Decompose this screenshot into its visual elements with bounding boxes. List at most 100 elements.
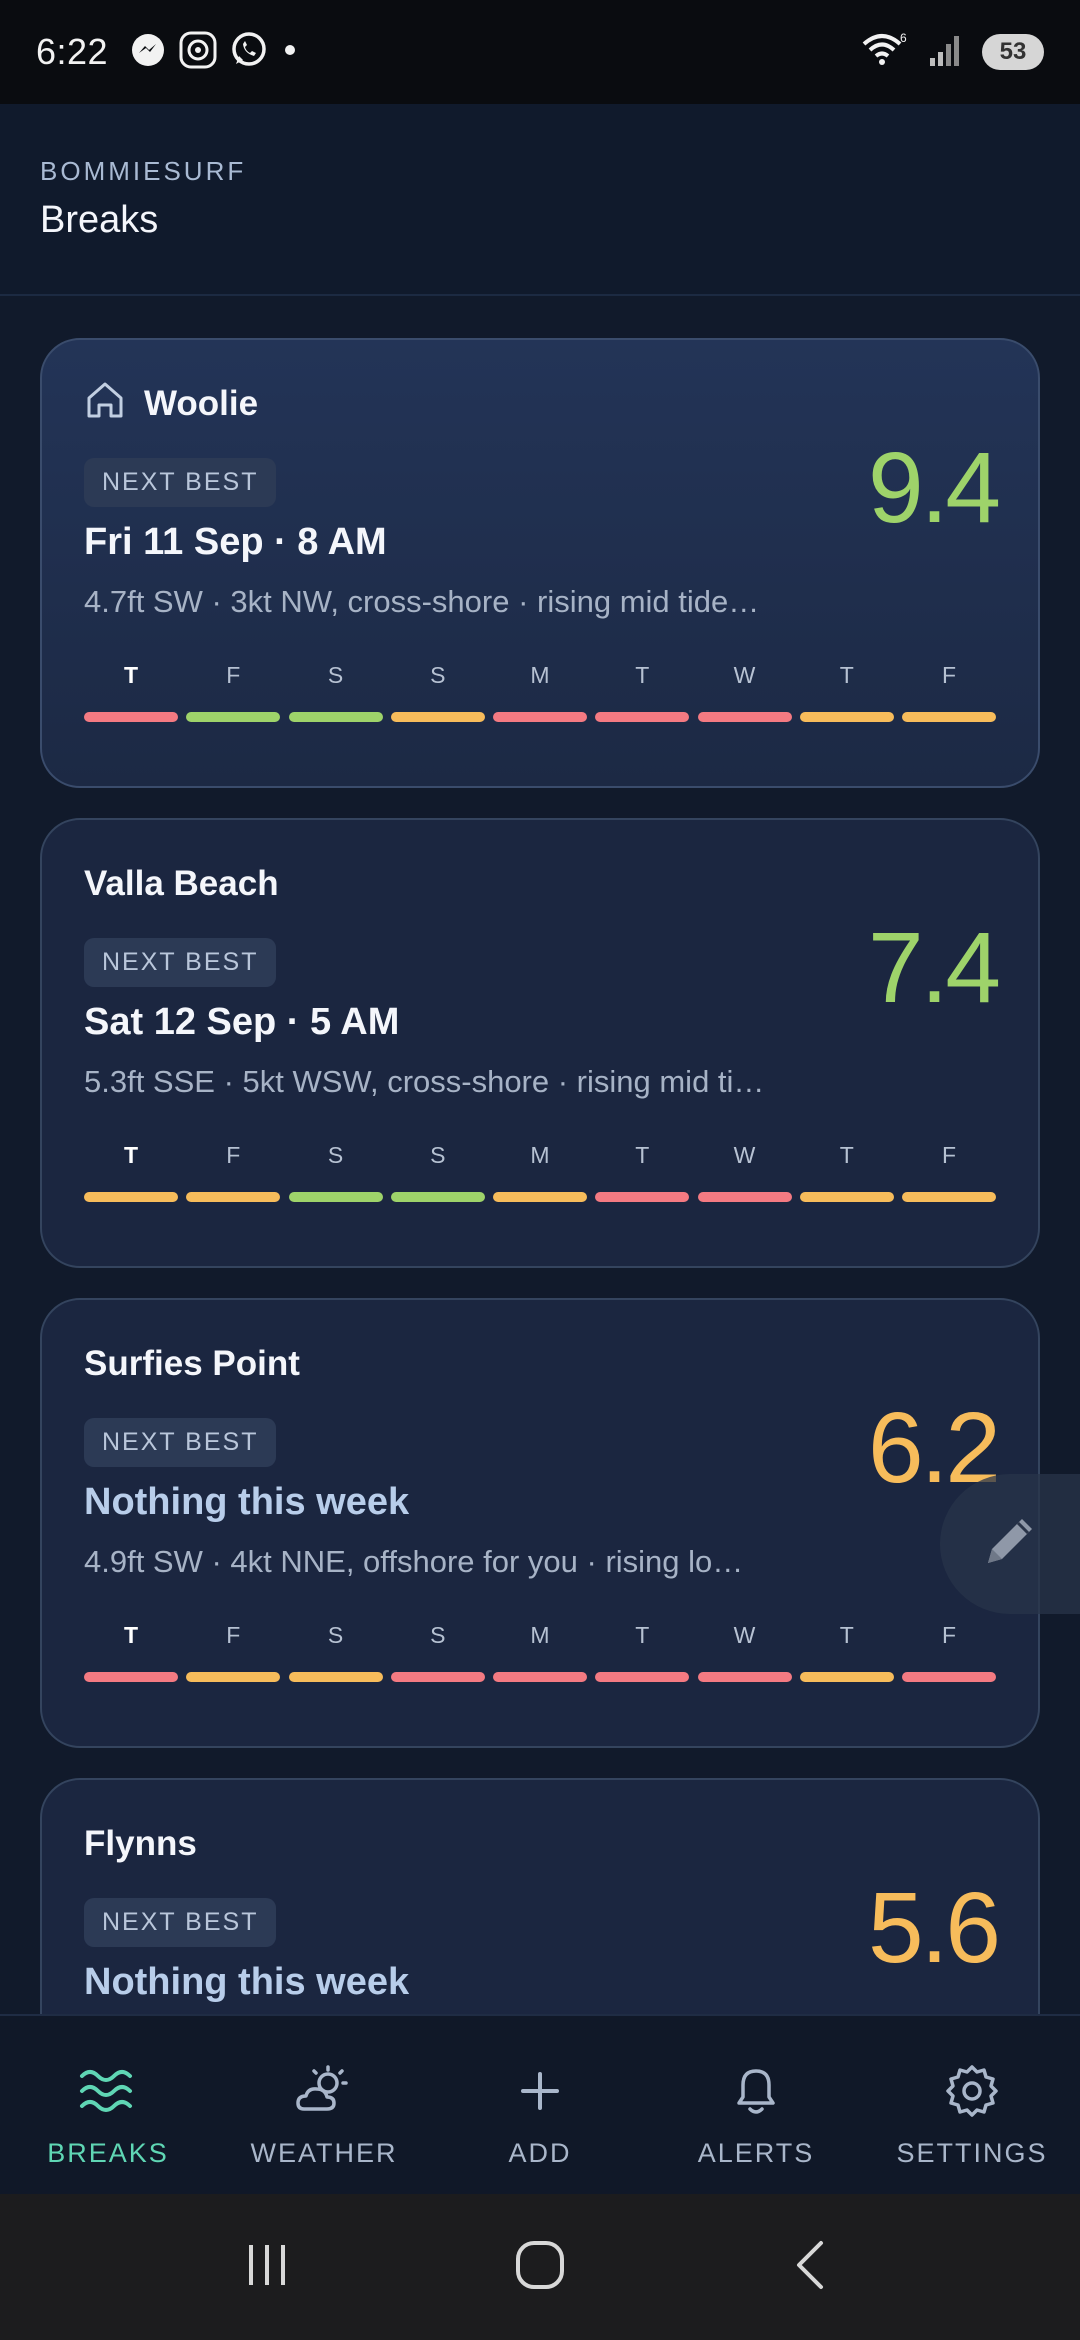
breaks-list[interactable]: Woolie NEXT BEST Fri 11 Sep · 8 AM 4.7ft… [0,298,1080,2014]
forecast-day: S [288,1142,383,1202]
day-rating-bar [84,712,178,722]
forecast-day: F [902,1142,996,1202]
wifi-icon: 6 [860,30,910,75]
day-rating-bar [595,1672,690,1682]
bottom-navigation: BREAKS WEATHER ADD ALERTS SETTINGS [0,2014,1080,2194]
day-rating-bar [493,1672,587,1682]
recents-icon[interactable] [237,2235,297,2300]
day-letter: T [839,662,854,688]
day-rating-bar [697,712,792,722]
forecast-day: T [595,1622,690,1682]
day-letter: F [941,1622,957,1648]
day-rating-bar [902,712,996,722]
day-rating-bar [84,1672,178,1682]
nav-label: ADD [508,2138,572,2168]
forecast-day: W [697,1622,792,1682]
signal-icon [928,32,964,73]
next-best-badge: NEXT BEST [84,1418,277,1467]
day-letter: T [635,1142,650,1168]
nav-add[interactable]: ADD [432,2016,648,2194]
forecast-day: T [799,662,894,722]
forecast-day: S [288,662,383,722]
conditions-summary: 4.7ft SW · 3kt NW, cross-shore · rising … [84,584,760,619]
forecast-day: S [390,1142,485,1202]
day-rating-bar [902,1192,996,1202]
notification-icons [130,30,300,75]
day-rating-bar [799,1672,894,1682]
day-letter: T [123,1622,139,1648]
conditions-summary: 5.3ft SSE · 5kt WSW, cross-shore · risin… [84,1064,765,1099]
next-best-time: Fri 11 Sep · 8 AM [84,521,387,563]
break-card-woolie[interactable]: Woolie NEXT BEST Fri 11 Sep · 8 AM 4.7ft… [40,338,1040,788]
day-rating-bar [390,712,485,722]
break-score: 9.4 [867,432,1001,544]
gear-icon [944,2056,1000,2126]
forecast-day: T [595,662,690,722]
break-name-row: Valla Beach [84,860,996,908]
day-rating-bar [390,1672,485,1682]
break-name-row: Surfies Point [84,1340,996,1388]
home-icon[interactable] [510,2235,570,2300]
next-best-badge: NEXT BEST [84,1898,277,1947]
edit-button[interactable] [940,1474,1080,1614]
waves-icon [78,2056,138,2126]
day-letter: F [941,662,957,688]
battery-icon: 53 [982,34,1044,70]
next-best-badge: NEXT BEST [84,938,277,987]
forecast-days: TFSSMTWTF [84,1142,996,1202]
nav-label: SETTINGS [896,2138,1048,2168]
day-letter: F [226,662,241,688]
nav-label: BREAKS [47,2138,169,2168]
plus-icon [515,2056,565,2126]
day-letter: T [839,1622,854,1648]
day-letter: F [226,1142,241,1168]
bell-icon [729,2056,783,2126]
back-icon[interactable] [783,2235,843,2300]
forecast-day: W [697,662,792,722]
forecast-day: M [493,1622,587,1682]
nav-breaks[interactable]: BREAKS [0,2016,216,2194]
forecast-day: T [84,1142,178,1202]
break-name: Woolie [144,384,259,423]
forecast-day: F [186,1622,281,1682]
forecast-day: S [288,1622,383,1682]
break-name: Flynns [84,1824,197,1863]
day-letter: F [226,1622,241,1648]
svg-text:6: 6 [900,31,907,45]
forecast-day: T [84,662,178,722]
day-rating-bar [84,1192,178,1202]
next-best-badge: NEXT BEST [84,458,277,507]
nav-alerts[interactable]: ALERTS [648,2016,864,2194]
day-letter: T [123,1142,139,1168]
day-letter: S [327,1142,344,1168]
next-best-time: Sat 12 Sep · 5 AM [84,1001,400,1043]
nav-settings[interactable]: SETTINGS [864,2016,1080,2194]
nav-label: ALERTS [697,2138,815,2168]
day-rating-bar [288,1672,383,1682]
nav-weather[interactable]: WEATHER [216,2016,432,2194]
app-header: BOMMIESURF Breaks [0,104,1080,296]
break-card-flynns[interactable]: Flynns NEXT BEST Nothing this week 5.6 [40,1778,1040,2014]
page-title: Breaks [40,199,159,241]
day-letter: M [530,662,550,688]
forecast-day: W [697,1142,792,1202]
app-brand: BOMMIESURF [40,156,247,186]
day-rating-bar [288,712,383,722]
messenger-icon [130,32,166,73]
day-letter: T [839,1142,854,1168]
day-letter: S [430,1142,446,1168]
break-name: Valla Beach [84,864,279,903]
forecast-day: M [493,1142,587,1202]
break-name-row: Woolie [84,380,996,428]
forecast-day: T [799,1142,894,1202]
break-score: 5.6 [867,1872,1001,1984]
day-rating-bar [390,1192,485,1202]
forecast-day: S [390,662,485,722]
forecast-day: F [186,662,281,722]
forecast-day: T [799,1622,894,1682]
dot-icon [280,40,300,65]
break-card-surfies-point[interactable]: Surfies Point NEXT BEST Nothing this wee… [40,1298,1040,1748]
forecast-day: T [84,1622,178,1682]
break-card-valla-beach[interactable]: Valla Beach NEXT BEST Sat 12 Sep · 5 AM … [40,818,1040,1268]
pencil-icon [974,1507,1044,1582]
